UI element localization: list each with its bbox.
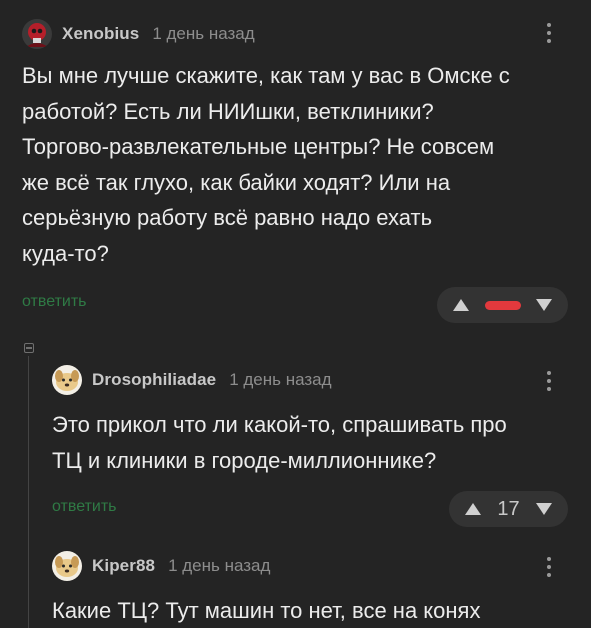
comment-text-line: работой? Есть ли НИИшки, ветклиники? bbox=[22, 98, 434, 124]
dog-avatar[interactable] bbox=[52, 551, 82, 581]
comment-text-line: Вы мне лучше скажите, как там у вас в Ом… bbox=[22, 63, 510, 88]
dog-avatar[interactable] bbox=[52, 365, 82, 395]
timestamp: 1 день назад bbox=[168, 556, 271, 575]
collapse-thread-button[interactable] bbox=[24, 343, 34, 353]
comment-text-line: ТЦ и клиники в городе-миллионнике? bbox=[52, 447, 437, 473]
comment-text-line: куда-то? bbox=[22, 240, 109, 266]
rating-count: 17 bbox=[497, 497, 520, 520]
username[interactable]: Kiper88 bbox=[92, 556, 155, 576]
vote-widget bbox=[437, 287, 568, 323]
downvote-icon[interactable] bbox=[534, 501, 554, 517]
comment-text-line: Торгово-развлекательные центры? Не совсе… bbox=[22, 134, 495, 159]
comment-header: Xenobius 1 день назад bbox=[22, 19, 255, 49]
comment-body: Это прикол что ли какой-то, спрашивать п… bbox=[52, 407, 577, 478]
reply-button[interactable]: ответить bbox=[52, 498, 117, 516]
comment-body: Какие ТЦ? Тут машин то нет, все на конях bbox=[52, 593, 577, 628]
timestamp: 1 день назад bbox=[152, 24, 255, 43]
comment-header: Kiper88 1 день назад bbox=[52, 551, 270, 581]
skull-avatar[interactable] bbox=[22, 19, 52, 49]
upvote-icon[interactable] bbox=[463, 501, 483, 517]
negative-rating-bar bbox=[484, 300, 521, 310]
comment-text-line: же всё так глухо, как байки ходят? Или н… bbox=[22, 169, 451, 195]
more-options-icon[interactable] bbox=[542, 19, 556, 47]
vote-widget: 17 bbox=[449, 491, 568, 527]
thread-line bbox=[28, 356, 29, 628]
comment-thread: Xenobius 1 день назад Вы мне лучше скажи… bbox=[0, 0, 591, 628]
comment-header: Drosophiliadae 1 день назад bbox=[52, 365, 332, 395]
comment-text-line: Какие ТЦ? Тут машин то нет, все на конях bbox=[52, 598, 481, 623]
username[interactable]: Drosophiliadae bbox=[92, 370, 216, 390]
comment-text-line: серьёзную работу всё равно надо ехать bbox=[22, 205, 433, 230]
reply-button[interactable]: ответить bbox=[22, 293, 87, 311]
more-options-icon[interactable] bbox=[542, 553, 556, 581]
comment-body: Вы мне лучше скажите, как там у вас в Ом… bbox=[22, 58, 572, 271]
timestamp: 1 день назад bbox=[229, 370, 332, 389]
more-options-icon[interactable] bbox=[542, 367, 556, 395]
username[interactable]: Xenobius bbox=[62, 24, 139, 44]
upvote-icon[interactable] bbox=[451, 297, 471, 313]
downvote-icon[interactable] bbox=[534, 297, 554, 313]
comment-text-line: Это прикол что ли какой-то, спрашивать п… bbox=[52, 412, 507, 437]
